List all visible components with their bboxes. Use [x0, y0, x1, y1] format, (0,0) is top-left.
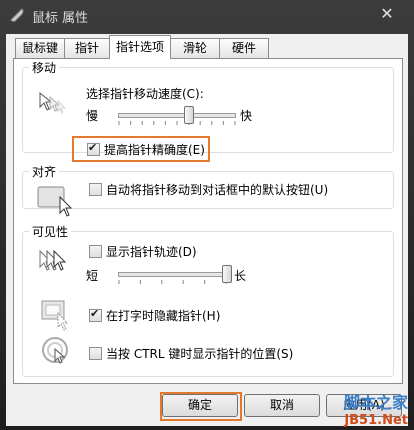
tab-pointers[interactable]: 指针 — [64, 38, 110, 58]
trails-long-label: 长 — [234, 269, 247, 283]
snap-legend: 对齐 — [32, 165, 57, 179]
close-icon[interactable]: ✕ — [376, 3, 398, 25]
trails-slider-thumb[interactable] — [222, 265, 232, 283]
speed-label: 选择指针移动速度(C): — [86, 87, 204, 101]
watermark-line2: JB51.Net — [344, 413, 408, 428]
hide-typing-label[interactable]: 在打字时隐藏指针(H) — [106, 307, 220, 324]
trails-short-label: 短 — [86, 269, 99, 283]
motion-group: 移动 — [22, 59, 394, 153]
tab-hardware[interactable]: 硬件 — [219, 38, 269, 58]
hide-typing-checkbox[interactable] — [89, 307, 102, 322]
dialog-client: 鼠标键 指针 指针选项 滑轮 硬件 移动 选择指针移动速度(C): 慢 快 提 — [6, 34, 408, 426]
tab-wheel[interactable]: 滑轮 — [170, 38, 220, 58]
cancel-button[interactable]: 取消 — [244, 394, 320, 417]
tab-buttons[interactable]: 鼠标键 — [15, 38, 65, 58]
pointer-speed-icon — [39, 91, 67, 114]
trails-label[interactable]: 显示指针轨迹(D) — [106, 243, 197, 260]
speed-fast-label: 快 — [240, 109, 253, 123]
mouse-app-icon — [10, 8, 24, 22]
trails-checkbox[interactable] — [89, 245, 102, 258]
hide-typing-icon — [41, 300, 69, 331]
speed-slow-label: 慢 — [86, 109, 99, 123]
ctrl-locate-checkbox[interactable] — [89, 347, 102, 360]
ctrl-locate-label[interactable]: 当按 CTRL 键时显示指针的位置(S) — [106, 345, 293, 362]
trails-track — [118, 272, 228, 277]
title-bar: 鼠标 属性 ✕ — [0, 0, 414, 30]
precision-label[interactable]: 提高指针精确度(E) — [104, 141, 205, 158]
mouse-properties-window: 鼠标 属性 ✕ 鼠标键 指针 指针选项 滑轮 硬件 移动 选择指针移动速度(C)… — [0, 0, 414, 430]
precision-checkbox[interactable] — [87, 141, 100, 156]
ctrl-locate-icon — [42, 337, 68, 364]
tab-pointer-options[interactable]: 指针选项 — [109, 35, 171, 59]
snap-label[interactable]: 自动将指针移动到对话框中的默认按钮(U) — [106, 181, 328, 198]
speed-ticks — [118, 121, 236, 125]
snap-icon — [37, 186, 73, 217]
motion-legend: 移动 — [32, 61, 57, 75]
window-title: 鼠标 属性 — [32, 11, 89, 26]
snap-checkbox[interactable] — [89, 183, 102, 196]
speed-track — [118, 113, 236, 118]
pointer-options-panel: 移动 选择指针移动速度(C): 慢 快 提高指针精确度(E) 对齐 — [13, 58, 403, 384]
site-watermark: 脚本之家 JB51.Net — [344, 389, 408, 428]
ok-highlight-annotation — [160, 392, 242, 421]
speed-slider-thumb[interactable] — [183, 106, 194, 124]
visibility-legend: 可见性 — [32, 225, 69, 239]
watermark-line1: 脚本之家 — [343, 393, 408, 412]
trails-ticks — [118, 280, 227, 284]
trails-icon — [39, 249, 67, 271]
